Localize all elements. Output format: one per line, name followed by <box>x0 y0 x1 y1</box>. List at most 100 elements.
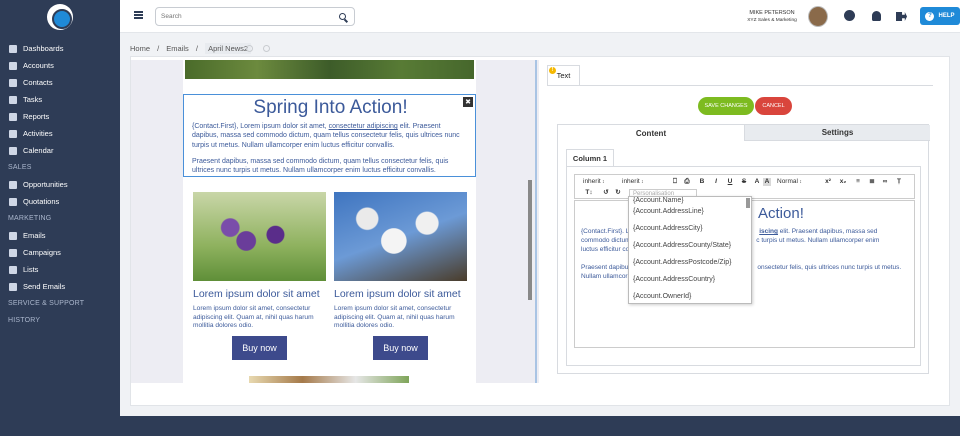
logout-icon[interactable] <box>896 12 907 21</box>
sidebar-section-history[interactable]: HISTORY <box>0 312 120 329</box>
crocus-image[interactable] <box>193 192 326 281</box>
email-canvas[interactable]: ✖ Spring Into Action! {Contact.First}, L… <box>131 60 539 383</box>
dropdown-option[interactable]: {Account.AddressCountry} <box>629 271 751 288</box>
sidebar-item-dashboards[interactable]: Dashboards <box>0 40 120 57</box>
italic-button[interactable]: I <box>712 178 720 186</box>
background-color-button[interactable]: A <box>763 178 771 186</box>
content-settings-tabs: Content Settings Column 1 inherit inheri… <box>557 124 930 374</box>
buy-now-button-2[interactable]: Buy now <box>373 336 428 360</box>
font-size-select[interactable]: inherit <box>622 178 644 185</box>
canvas-scrollbar[interactable] <box>527 60 533 383</box>
header-image[interactable] <box>185 60 474 79</box>
sidebar-item-activities[interactable]: Activities <box>0 125 120 142</box>
avatar[interactable] <box>808 6 828 27</box>
copy-icon[interactable]: ⎕ <box>671 178 679 186</box>
font-family-select[interactable]: inherit <box>583 178 605 185</box>
sidebar-item-quotations[interactable]: Quotations <box>0 193 120 210</box>
send-emails-icon <box>9 282 17 291</box>
rich-text-editor: inherit inherit ⎕ ⎙ B I U S A A Normal x… <box>566 166 921 366</box>
tab-text[interactable]: ! Text <box>547 65 580 85</box>
tasks-icon <box>9 95 17 104</box>
sidebar-item-campaigns[interactable]: Campaigns <box>0 244 120 261</box>
sidebar-item-label: Campaigns <box>23 248 61 257</box>
dashboard-icon <box>9 44 17 53</box>
top-bar: MIKE PETERSON XYZ Sales & Marketing ?HEL… <box>120 0 960 33</box>
buy-now-button-1[interactable]: Buy now <box>232 336 287 360</box>
column-text-1: Lorem ipsum dolor sit amet, consectetur … <box>193 305 314 329</box>
dropdown-option[interactable]: {Account.AddressCounty/State} <box>629 237 751 254</box>
user-info[interactable]: MIKE PETERSON XYZ Sales & Marketing <box>742 10 802 24</box>
strikethrough-button[interactable]: S <box>740 178 748 186</box>
subscript-button[interactable]: x₂ <box>839 178 847 186</box>
align-icon[interactable]: ≣ <box>868 178 876 186</box>
bold-button[interactable]: B <box>698 178 706 186</box>
emails-icon <box>9 231 17 240</box>
sidebar-item-label: Reports <box>23 112 50 121</box>
app-logo[interactable] <box>47 4 73 30</box>
clear-format-icon[interactable]: Ṭ <box>895 178 903 186</box>
search-icon[interactable] <box>339 13 346 20</box>
font-color-button[interactable]: A <box>753 178 761 186</box>
dropdown-scrollbar[interactable] <box>746 198 750 208</box>
sidebar-item-accounts[interactable]: Accounts <box>0 57 120 74</box>
search-input[interactable] <box>161 13 331 20</box>
tab-column-1[interactable]: Column 1 <box>566 149 614 166</box>
dropdown-option[interactable]: {Account.OwnerId} <box>629 288 751 303</box>
sidebar-item-calendar[interactable]: Calendar <box>0 142 120 159</box>
sidebar-item-contacts[interactable]: Contacts <box>0 74 120 91</box>
user-company: XYZ Sales & Marketing <box>747 18 797 23</box>
breadcrumb: Home / Emails / April News2 <box>130 43 256 54</box>
footer-image[interactable] <box>249 376 409 383</box>
email-link[interactable]: consectetur adipiscing <box>329 123 398 130</box>
sidebar-item-emails[interactable]: Emails <box>0 227 120 244</box>
bell-icon[interactable] <box>872 11 881 21</box>
superscript-button[interactable]: x² <box>824 178 832 186</box>
sidebar-item-send-emails[interactable]: Send Emails <box>0 278 120 295</box>
paste-icon[interactable]: ⎙ <box>683 178 691 186</box>
quotations-icon <box>9 197 17 206</box>
dropdown-option[interactable]: {Account.AddressLine} <box>629 203 751 220</box>
sidebar-item-label: Emails <box>23 231 46 240</box>
sidebar-item-lists[interactable]: Lists <box>0 261 120 278</box>
underline-button[interactable]: U <box>726 178 734 186</box>
dropdown-option[interactable]: {Account.AddressPostcode/Zip} <box>629 254 751 271</box>
bullet-list-icon[interactable]: ≡ <box>854 178 862 186</box>
tab-content[interactable]: Content <box>558 125 744 141</box>
breadcrumb-home[interactable]: Home <box>130 44 150 53</box>
sidebar-section-marketing[interactable]: MARKETING <box>0 210 120 227</box>
sidebar-item-opportunities[interactable]: Opportunities <box>0 176 120 193</box>
sidebar-item-label: Accounts <box>23 61 54 70</box>
sidebar-item-label: Opportunities <box>23 180 68 189</box>
sidebar-item-label: Contacts <box>23 78 53 87</box>
save-changes-button[interactable]: SAVE CHANGES <box>698 97 754 115</box>
link-icon[interactable]: ∞ <box>881 178 889 186</box>
redo-icon[interactable]: ↻ <box>614 189 622 197</box>
sidebar-item-tasks[interactable]: Tasks <box>0 91 120 108</box>
gear-icon[interactable] <box>844 10 855 21</box>
dropdown-option[interactable]: {Account.AddressCity} <box>629 220 751 237</box>
sidebar-section-sales[interactable]: SALES <box>0 159 120 176</box>
help-button[interactable]: ? HELP <box>920 7 960 25</box>
search-box[interactable] <box>155 7 355 26</box>
column-text-2: Lorem ipsum dolor sit amet, consectetur … <box>334 305 455 329</box>
personalisation-dropdown[interactable]: {Account.Name} {Account.AddressLine} {Ac… <box>628 196 752 304</box>
scroll-thumb[interactable] <box>528 180 532 300</box>
undo-icon[interactable]: ↺ <box>602 189 610 197</box>
selected-text-block[interactable]: ✖ Spring Into Action! {Contact.First}, L… <box>183 94 476 177</box>
pane-divider[interactable] <box>535 60 537 383</box>
sidebar-item-reports[interactable]: Reports <box>0 108 120 125</box>
blossom-image[interactable] <box>334 192 467 281</box>
breadcrumb-emails[interactable]: Emails <box>166 44 189 53</box>
preview-link[interactable]: iscing <box>759 228 778 235</box>
pin-icon[interactable] <box>246 45 253 52</box>
clock-icon[interactable] <box>263 45 270 52</box>
text-size-button[interactable]: T↕ <box>583 189 595 197</box>
format-select[interactable]: Normal <box>777 178 802 185</box>
tab-divider <box>547 85 933 86</box>
sidebar-section-service[interactable]: SERVICE & SUPPORT <box>0 295 120 312</box>
cancel-button[interactable]: CANCEL <box>755 97 792 115</box>
contacts-icon <box>9 78 17 87</box>
tab-settings[interactable]: Settings <box>744 125 930 141</box>
menu-toggle-icon[interactable] <box>134 11 143 19</box>
sidebar-item-label: Quotations <box>23 197 60 206</box>
